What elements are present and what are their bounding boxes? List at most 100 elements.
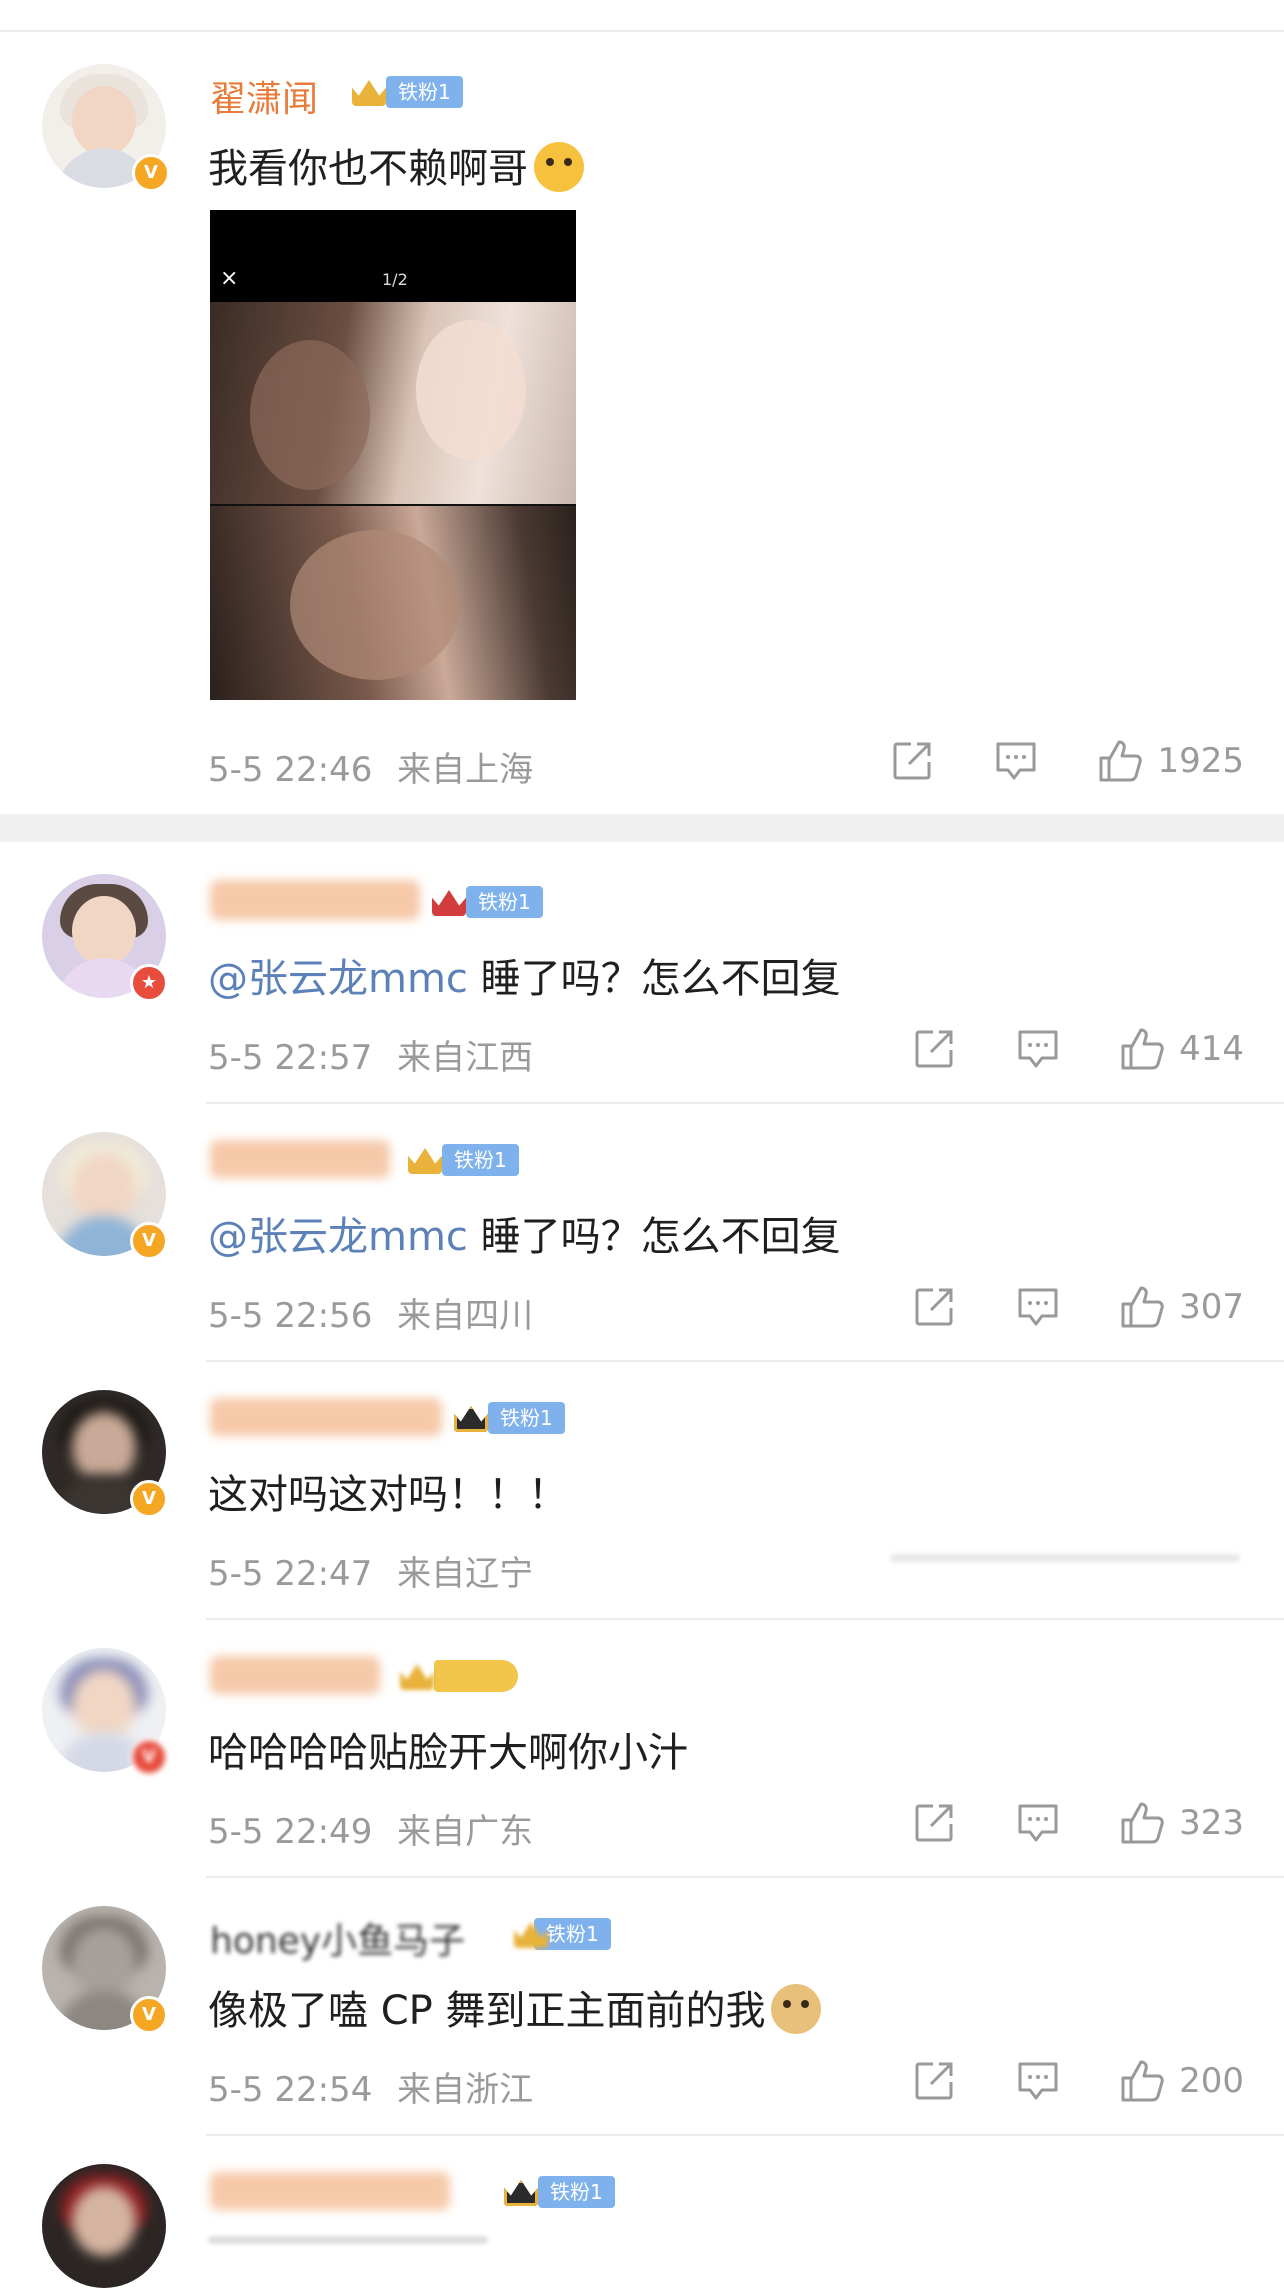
repost-icon[interactable] xyxy=(911,1026,957,1072)
comment-time: 5-5 22:47 xyxy=(208,1554,373,1594)
comment-icon[interactable] xyxy=(1015,1800,1061,1846)
comment-text-body: 睡了吗？怎么不回复 xyxy=(467,1214,841,1260)
fan-badge[interactable]: 铁粉1 xyxy=(500,2174,615,2210)
blurred-actions xyxy=(890,1554,1240,1562)
username[interactable]: 翟潇闻 xyxy=(210,70,318,122)
comment-meta: 5-5 22:54 来自浙江 xyxy=(208,2062,533,2111)
like-count: 307 xyxy=(1179,1287,1244,1327)
fan-badge-label: 铁粉1 xyxy=(442,1144,519,1176)
username[interactable] xyxy=(210,2172,450,2210)
comment-text: 像极了嗑 CP 舞到正主面前的我 xyxy=(208,1978,822,2036)
comment-divider xyxy=(206,1360,1284,1362)
comment-location: 来自辽宁 xyxy=(397,1554,534,1594)
repost-icon[interactable] xyxy=(911,1800,957,1846)
comment-actions: 323 xyxy=(853,1800,1244,1846)
fan-badge[interactable]: 铁粉1 xyxy=(404,1142,519,1178)
comment-time: 5-5 22:57 xyxy=(208,1038,373,1078)
section-separator xyxy=(0,814,1284,842)
crown-icon xyxy=(396,1656,440,1696)
username[interactable] xyxy=(210,1140,390,1178)
comment-divider xyxy=(206,2134,1284,2136)
cover-face-emoji-icon xyxy=(534,142,584,192)
comment-time: 5-5 22:49 xyxy=(208,1812,373,1852)
comment-location: 来自四川 xyxy=(397,1296,534,1336)
fan-badge-label: 铁粉1 xyxy=(386,76,463,108)
cut-off-comment-text xyxy=(208,2236,488,2244)
comment-location: 来自上海 xyxy=(397,750,534,790)
like-icon[interactable] xyxy=(1119,2058,1165,2104)
fan-badge-label: 铁粉1 xyxy=(538,2176,615,2208)
username[interactable] xyxy=(210,1398,442,1436)
username[interactable]: honey小鱼马子 xyxy=(210,1912,465,1964)
comment-location: 来自浙江 xyxy=(397,2070,534,2110)
doge-emoji-icon xyxy=(771,1984,822,2034)
comment-time: 5-5 22:46 xyxy=(208,750,373,790)
comment-text: 哈哈哈哈贴脸开大啊你小汁 xyxy=(208,1730,688,1776)
verified-badge-icon: V xyxy=(130,1480,168,1518)
fan-badge-label: 铁粉1 xyxy=(488,1402,565,1434)
comment-icon[interactable] xyxy=(1015,1284,1061,1330)
fan-badge[interactable] xyxy=(396,1658,518,1694)
verified-badge-icon: V xyxy=(132,154,170,192)
comment-text: 这对吗这对吗！！！ xyxy=(208,1472,568,1518)
comment-divider xyxy=(206,1876,1284,1878)
username[interactable] xyxy=(210,1656,380,1694)
fan-badge[interactable]: 铁粉1 xyxy=(450,1400,565,1436)
comment-image[interactable]: × 1/2 xyxy=(210,210,576,700)
crown-icon xyxy=(450,1398,494,1438)
verified-badge-icon: ★ xyxy=(130,964,168,1002)
comment-meta: 5-5 22:46 来自上海 xyxy=(208,742,533,791)
crown-icon xyxy=(510,1914,540,1954)
repost-icon[interactable] xyxy=(889,738,935,784)
verified-badge-icon: V xyxy=(130,1222,168,1260)
crown-icon xyxy=(404,1140,448,1180)
comment-text: 我看你也不赖啊哥 xyxy=(208,136,584,194)
comment-icon[interactable] xyxy=(1015,1026,1061,1072)
comment-icon[interactable] xyxy=(993,738,1039,784)
fan-badge[interactable]: 铁粉1 xyxy=(510,1916,611,1952)
comment-text: @张云龙mmc 睡了吗？怎么不回复 xyxy=(208,946,841,1004)
like-count: 200 xyxy=(1179,2061,1244,2101)
avatar[interactable] xyxy=(42,2164,166,2288)
like-icon[interactable] xyxy=(1097,738,1143,784)
comment-actions: 200 xyxy=(853,2058,1244,2104)
verified-badge-icon: V xyxy=(130,1996,168,2034)
crown-icon xyxy=(348,72,392,112)
comment-text-body: 像极了嗑 CP 舞到正主面前的我 xyxy=(208,1988,766,2034)
comment-meta: 5-5 22:47 来自辽宁 xyxy=(208,1546,533,1595)
like-icon[interactable] xyxy=(1119,1284,1165,1330)
fan-badge[interactable]: 铁粉1 xyxy=(428,884,543,920)
top-divider xyxy=(0,30,1284,32)
like-count: 323 xyxy=(1179,1803,1244,1843)
like-icon[interactable] xyxy=(1119,1026,1165,1072)
comment-actions: 1925 xyxy=(831,738,1244,784)
like-count: 414 xyxy=(1179,1029,1244,1069)
like-count: 1925 xyxy=(1157,741,1244,781)
image-pager: 1/2 xyxy=(382,270,408,289)
comment-meta: 5-5 22:57 来自江西 xyxy=(208,1030,533,1079)
comment-divider xyxy=(206,1618,1284,1620)
comment-time: 5-5 22:54 xyxy=(208,2070,373,2110)
like-icon[interactable] xyxy=(1119,1800,1165,1846)
comment-meta: 5-5 22:49 来自广东 xyxy=(208,1804,533,1853)
comment-icon[interactable] xyxy=(1015,2058,1061,2104)
mention-link[interactable]: @张云龙mmc xyxy=(208,1214,468,1260)
fan-badge-label xyxy=(434,1660,518,1692)
comment-location: 来自江西 xyxy=(397,1038,534,1078)
comment-time: 5-5 22:56 xyxy=(208,1296,373,1336)
close-icon: × xyxy=(220,266,239,291)
crown-icon xyxy=(428,882,472,922)
comment-divider xyxy=(206,1102,1284,1104)
repost-icon[interactable] xyxy=(911,2058,957,2104)
username[interactable] xyxy=(210,880,420,920)
repost-icon[interactable] xyxy=(911,1284,957,1330)
comment-meta: 5-5 22:56 来自四川 xyxy=(208,1288,533,1337)
comment-text: @张云龙mmc 睡了吗？怎么不回复 xyxy=(208,1204,841,1262)
crown-icon xyxy=(500,2172,544,2212)
fan-badge-label: 铁粉1 xyxy=(466,886,543,918)
verified-badge-icon: V xyxy=(130,1738,168,1776)
mention-link[interactable]: @张云龙mmc xyxy=(208,956,468,1002)
fan-badge[interactable]: 铁粉1 xyxy=(348,74,463,110)
comment-location: 来自广东 xyxy=(397,1812,534,1852)
comment-text-body: 我看你也不赖啊哥 xyxy=(208,146,528,192)
